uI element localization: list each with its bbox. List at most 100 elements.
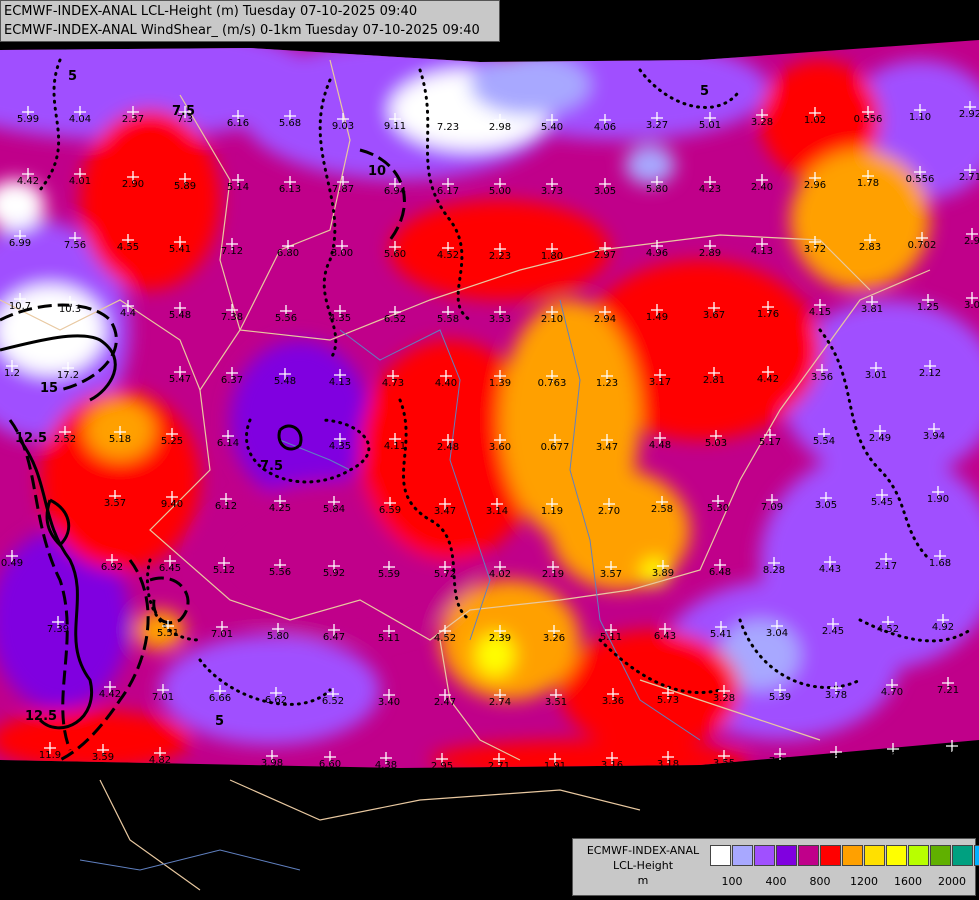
station-value: 3.05 bbox=[815, 500, 837, 511]
legend-swatch bbox=[820, 845, 841, 866]
station-value: 5.45 bbox=[871, 497, 893, 508]
station-value: 2.12 bbox=[919, 368, 941, 379]
station-value: 6.59 bbox=[379, 505, 401, 516]
station-value: 6.92 bbox=[101, 562, 123, 573]
station-value: 5.56 bbox=[269, 567, 291, 578]
station-value: 4.15 bbox=[809, 307, 831, 318]
station-value: 2.10 bbox=[541, 314, 563, 325]
station-value: 2.19 bbox=[542, 569, 564, 580]
station-value: 3.18 bbox=[657, 759, 679, 770]
station-value: 4.73 bbox=[382, 378, 404, 389]
station-value: 4.70 bbox=[881, 687, 903, 698]
contour-label: 7.5 bbox=[260, 459, 283, 474]
station-value: 2.92 bbox=[959, 109, 979, 120]
legend-swatch bbox=[864, 845, 885, 866]
station-value: 4.04 bbox=[69, 114, 91, 125]
station-value: 5.18 bbox=[109, 434, 131, 445]
map-header: ECMWF-INDEX-ANAL LCL-Height (m) Tuesday … bbox=[0, 0, 500, 42]
station-value: 3.00 bbox=[331, 248, 353, 259]
station-value: 1.90 bbox=[927, 494, 949, 505]
station-value: 10.7 bbox=[9, 301, 31, 312]
contour-label: 12.5 bbox=[25, 709, 57, 724]
station-value: 3.04 bbox=[766, 628, 788, 639]
station-value: 6.37 bbox=[221, 375, 243, 386]
legend-swatch bbox=[842, 845, 863, 866]
station-value: 5.25 bbox=[161, 436, 183, 447]
station-value: 7.09 bbox=[761, 502, 783, 513]
station-value: 5.40 bbox=[541, 122, 563, 133]
station-value: 6.60 bbox=[319, 759, 341, 770]
legend-swatch bbox=[798, 845, 819, 866]
station-value: 3.47 bbox=[434, 506, 456, 517]
station-value: 5.47 bbox=[169, 374, 191, 385]
station-value: 3.27 bbox=[646, 120, 668, 131]
station-value: 1.39 bbox=[489, 378, 511, 389]
station-value: 2.71 bbox=[959, 172, 979, 183]
station-value: 4.02 bbox=[489, 569, 511, 580]
station-value: 7.39 bbox=[47, 624, 69, 635]
station-value: 3.94 bbox=[923, 431, 945, 442]
station-value: 5.92 bbox=[323, 568, 345, 579]
station-value: 6.66 bbox=[209, 693, 231, 704]
station-value: 0.49 bbox=[1, 558, 23, 569]
station-value: 4.55 bbox=[117, 242, 139, 253]
station-value: 2.45 bbox=[822, 626, 844, 637]
station-value: 3.0 bbox=[964, 300, 979, 311]
patch bbox=[80, 110, 220, 290]
station-value: 0.556 bbox=[854, 114, 883, 125]
legend-swatch bbox=[754, 845, 775, 866]
station-value: 5.51 bbox=[157, 628, 179, 639]
color-legend: ECMWF-INDEX-ANAL LCL-Height m 100 400 800 1… bbox=[572, 838, 979, 896]
station-value: 4.38 bbox=[375, 760, 397, 771]
legend-model: ECMWF-INDEX-ANAL bbox=[586, 844, 700, 857]
station-value: 4.52 bbox=[434, 633, 456, 644]
station-value: 5.59 bbox=[378, 569, 400, 580]
station-value: 3.05 bbox=[594, 186, 616, 197]
station-value: 0.556 bbox=[906, 174, 935, 185]
station-value: 3.72 bbox=[804, 244, 826, 255]
station-value: 1.2 bbox=[4, 368, 20, 379]
station-value: 2.89 bbox=[699, 248, 721, 259]
station-value: 3.60 bbox=[489, 442, 511, 453]
station-value: 2.95 bbox=[431, 761, 453, 772]
station-value: 2.47 bbox=[434, 697, 456, 708]
header-line-lcl: ECMWF-INDEX-ANAL LCL-Height (m) Tuesday … bbox=[4, 4, 418, 19]
legend-unit: m bbox=[637, 874, 649, 887]
station-value: 7.3 bbox=[177, 114, 193, 125]
patch bbox=[790, 150, 930, 290]
station-value: 4.13 bbox=[751, 246, 773, 257]
station-value: 5.48 bbox=[169, 310, 191, 321]
patch bbox=[625, 145, 675, 185]
station-value: 3.81 bbox=[861, 304, 883, 315]
station-value: 2.39 bbox=[489, 633, 511, 644]
station-value: 3.17 bbox=[649, 377, 671, 388]
station-value: 6.99 bbox=[9, 238, 31, 249]
station-value: 5.54 bbox=[813, 436, 835, 447]
legend-swatches bbox=[710, 845, 979, 866]
station-value: 1.23 bbox=[596, 378, 618, 389]
station-value: 2.40 bbox=[751, 182, 773, 193]
station-value: 2.90 bbox=[122, 179, 144, 190]
station-value: 5.17 bbox=[759, 437, 781, 448]
legend-tick-label: 1600 bbox=[894, 875, 922, 888]
station-value: 3.51 bbox=[545, 697, 567, 708]
station-value: 5.00 bbox=[489, 186, 511, 197]
station-value: 4.48 bbox=[649, 440, 671, 451]
station-value: 5.03 bbox=[705, 438, 727, 449]
legend-swatch bbox=[952, 845, 973, 866]
legend-swatch bbox=[886, 845, 907, 866]
station-value: 3.26 bbox=[543, 633, 565, 644]
station-value: 4.42 bbox=[17, 176, 39, 187]
contour-label: 5 bbox=[68, 69, 77, 84]
header-line-windshear: ECMWF-INDEX-ANAL WindShear_ (m/s) 0-1km … bbox=[4, 23, 480, 38]
station-value: 6.48 bbox=[709, 567, 731, 578]
station-value: 2.83 bbox=[859, 242, 881, 253]
station-value: 5.48 bbox=[274, 376, 296, 387]
station-value: 1.19 bbox=[541, 506, 563, 517]
station-value: 3.28 bbox=[713, 693, 735, 704]
station-value: 7.01 bbox=[211, 629, 233, 640]
station-value: 4.92 bbox=[932, 622, 954, 633]
station-value: 11.9 bbox=[39, 750, 61, 761]
station-value: 10.3 bbox=[59, 304, 81, 315]
station-value: 4.13 bbox=[329, 377, 351, 388]
